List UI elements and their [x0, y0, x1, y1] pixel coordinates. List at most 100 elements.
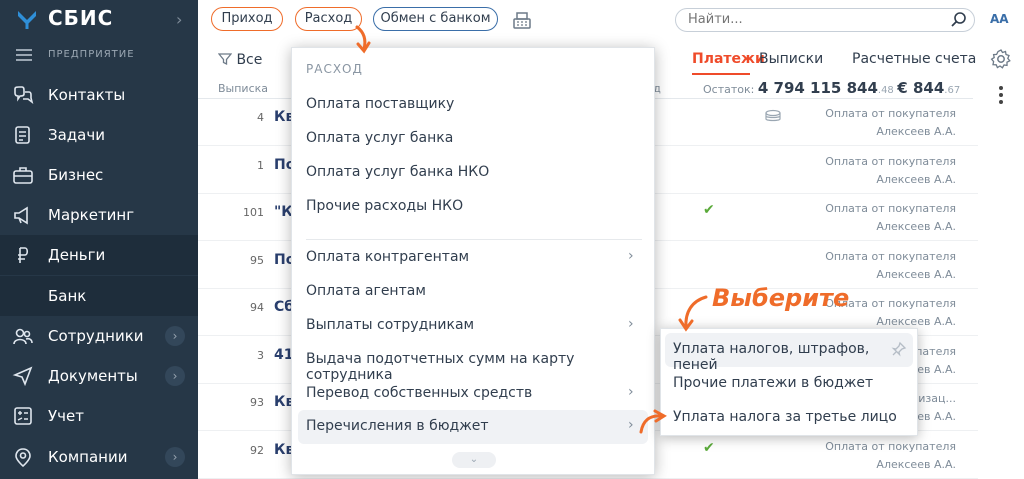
menu-item-advance-to-card[interactable]: Выдача подотчетных сумм на карту сотрудн… [292, 343, 654, 383]
row-number: 101 [243, 206, 264, 219]
menu-item-other-expenses-nko[interactable]: Прочие расходы НКО [292, 190, 654, 224]
submenu-item-taxes-fines[interactable]: Уплата налогов, штрафов, пеней [665, 333, 913, 373]
coins-icon [764, 108, 782, 127]
sidebar-item-label: Бизнес [48, 166, 104, 184]
expand-chevron-icon[interactable]: › [165, 447, 185, 467]
sidebar-item-label: Компании [48, 448, 128, 466]
sidebar-item-contacts[interactable]: Контакты [0, 75, 198, 115]
sidebar-item-label: Учет [48, 407, 84, 425]
menu-item-label: Выплаты сотрудникам [306, 317, 475, 333]
money-icon [18, 247, 29, 263]
sidebar-item-label: Задачи [48, 126, 105, 144]
menu-item-label: Оплата агентам [306, 283, 426, 299]
tab-payments[interactable]: Платежи [692, 51, 765, 67]
sidebar-item-label: Маркетинг [48, 206, 135, 224]
row-operation-type: Оплата от покупателя [825, 107, 956, 120]
menu-item-employee-payouts[interactable]: Выплаты сотрудникам › [292, 309, 654, 343]
balance-main-kop: .48 [877, 85, 894, 96]
menu-item-pay-supplier[interactable]: Оплата поставщику [292, 88, 654, 122]
collapse-sidebar-icon[interactable]: › [176, 10, 182, 29]
filter-button[interactable]: Все [217, 52, 262, 68]
sbis-logo-icon[interactable] [16, 8, 38, 30]
gear-icon[interactable] [990, 48, 1012, 70]
bank-exchange-button[interactable]: Обмен с банком [373, 7, 498, 31]
search-field[interactable] [675, 8, 975, 32]
chevron-right-icon: › [628, 316, 634, 332]
menu-item-pay-bank-services-nko[interactable]: Оплата услуг банка НКО [292, 156, 654, 190]
business-icon [13, 167, 33, 184]
menu-item-pay-counterparties[interactable]: Оплата контрагентам › [292, 241, 654, 275]
row-title: "К [274, 204, 293, 220]
row-operation-type: Оплата от покупателя [825, 202, 956, 215]
menu-item-label: Оплата услуг банка НКО [306, 164, 490, 180]
menu-item-own-funds-transfer[interactable]: Перевод собственных средств › [292, 377, 654, 411]
menu-item-budget-transfers[interactable]: Перечисления в бюджет › [298, 410, 648, 444]
sidebar-item-tasks[interactable]: Задачи [0, 115, 198, 155]
expand-chevron-icon[interactable]: › [165, 326, 185, 346]
sidebar-item-employees[interactable]: Сотрудники › [0, 316, 198, 356]
balance-main: 4 794 115 844 [757, 79, 878, 97]
chevron-right-icon: › [628, 417, 634, 433]
cash-register-icon[interactable] [511, 9, 533, 31]
search-icon[interactable] [950, 11, 968, 29]
active-tab-indicator [692, 73, 750, 75]
expense-button[interactable]: Расход [295, 7, 362, 31]
budget-submenu: Уплата налогов, штрафов, пеней Прочие пл… [660, 328, 918, 436]
sidebar-item-companies[interactable]: Компании › [0, 437, 198, 477]
sidebar-item-money[interactable]: Деньги [0, 235, 198, 275]
menu-icon[interactable] [16, 49, 32, 64]
contacts-icon [14, 86, 34, 104]
row-operation-type: Оплата от покупателя [825, 249, 956, 263]
tab-statements[interactable]: Выписки [759, 51, 823, 67]
organization-name[interactable]: ПРЕДПРИЯТИЕ [48, 49, 135, 60]
menu-item-label: Перевод собственных средств [306, 385, 533, 401]
column-header-statement[interactable]: Выписка [218, 82, 268, 95]
sidebar-item-label: Деньги [48, 246, 106, 264]
menu-divider [306, 239, 642, 240]
expand-chevron-icon[interactable]: › [165, 366, 185, 386]
submenu-item-label: Прочие платежи в бюджет [673, 375, 874, 391]
row-number: 1 [257, 158, 264, 172]
sidebar-subitem-bank[interactable]: Банк [0, 276, 198, 316]
more-options-icon[interactable] [999, 86, 1003, 107]
expense-dropdown: РАСХОД Оплата поставщику Оплата услуг ба… [291, 47, 655, 475]
show-more-chevron-icon[interactable]: ⌄ [452, 452, 496, 468]
sidebar-item-label: Документы [48, 367, 138, 385]
balance: Остаток: 4 794 115 844.48 € 844.67 [703, 79, 960, 97]
row-operation-type: Оплата от покупателя [825, 154, 956, 168]
chevron-right-icon: › [628, 248, 634, 264]
sidebar-item-marketing[interactable]: Маркетинг [0, 195, 198, 235]
dropdown-title: РАСХОД [306, 62, 363, 76]
submenu-item-third-party-tax[interactable]: Уплата налога за третье лицо [661, 401, 917, 435]
balance-label: Остаток: [703, 83, 755, 96]
companies-icon [15, 448, 31, 467]
tab-accounts[interactable]: Расчетные счета [852, 51, 976, 67]
search-input[interactable] [688, 12, 938, 27]
menu-item-label: Перечисления в бюджет [306, 418, 489, 434]
row-number: 4 [257, 111, 264, 124]
brand-name[interactable]: СБИС [48, 6, 113, 30]
sidebar-item-documents[interactable]: Документы › [0, 356, 198, 396]
row-number: 94 [250, 301, 264, 314]
hint-annotation: Выберите [712, 284, 850, 312]
sidebar-item-business[interactable]: Бизнес [0, 155, 198, 195]
filter-icon [217, 53, 233, 66]
font-size-toggle[interactable]: AA [990, 12, 1009, 26]
chevron-right-icon: › [628, 384, 634, 400]
balance-eur-kop: .67 [944, 85, 961, 96]
submenu-item-other-budget-payments[interactable]: Прочие платежи в бюджет [661, 367, 917, 401]
balance-eur: € 844 [897, 79, 945, 97]
documents-icon [12, 366, 33, 386]
menu-item-label: Прочие расходы НКО [306, 198, 464, 214]
menu-item-pay-bank-services[interactable]: Оплата услуг банка [292, 122, 654, 156]
check-icon: ✔ [703, 202, 715, 218]
row-responsible: Алексеев А.А. [876, 125, 956, 138]
pin-icon[interactable] [891, 341, 907, 357]
sidebar-item-label: Контакты [48, 86, 126, 104]
sidebar-item-accounting[interactable]: Учет [0, 396, 198, 436]
row-responsible: Алексеев А.А. [876, 172, 956, 186]
income-button[interactable]: Приход [211, 7, 283, 31]
marketing-icon [14, 206, 28, 225]
row-number: 3 [257, 348, 264, 362]
menu-item-pay-agents[interactable]: Оплата агентам [292, 275, 654, 309]
